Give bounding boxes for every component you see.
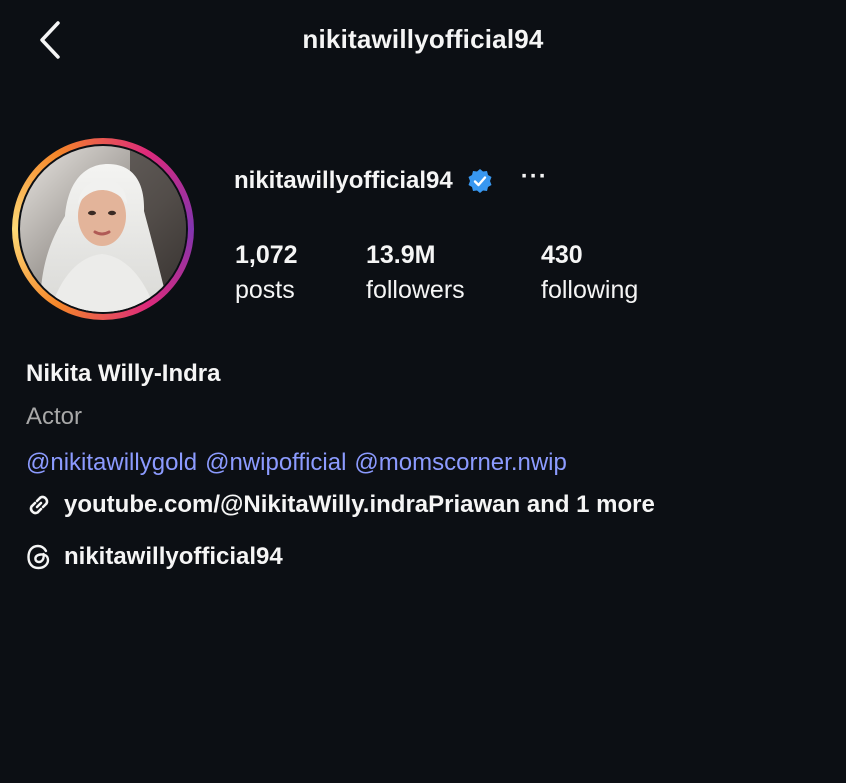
threads-link[interactable]: nikitawillyofficial94 bbox=[24, 542, 283, 572]
top-bar: nikitawillyofficial94 bbox=[0, 0, 846, 80]
followers-count: 13.9M bbox=[366, 241, 436, 269]
mention-link-nikitawillygold[interactable]: @nikitawillygold bbox=[26, 449, 197, 477]
threads-username: nikitawillyofficial94 bbox=[64, 543, 283, 570]
followers-stat[interactable]: 13.9M followers bbox=[366, 238, 465, 308]
avatar-image bbox=[20, 146, 186, 312]
following-count: 430 bbox=[541, 241, 583, 269]
posts-stat[interactable]: 1,072 posts bbox=[235, 238, 298, 308]
following-label: following bbox=[541, 276, 639, 304]
more-horizontal-icon: ··· bbox=[520, 163, 548, 190]
profile-avatar[interactable] bbox=[20, 146, 186, 312]
following-stat[interactable]: 430 following bbox=[541, 238, 638, 308]
external-link[interactable]: youtube.com/@NikitaWilly.indraPriawan an… bbox=[24, 490, 655, 520]
link-icon bbox=[24, 490, 54, 520]
threads-icon bbox=[24, 542, 54, 572]
profile-category: Actor bbox=[26, 403, 83, 430]
more-options-button[interactable]: ··· bbox=[521, 165, 548, 189]
followers-label: followers bbox=[366, 276, 465, 304]
page-title: nikitawillyofficial94 bbox=[302, 24, 544, 54]
verified-badge-icon bbox=[468, 169, 492, 193]
bio-mentions: @nikitawillygold @nwipofficial @momscorn… bbox=[26, 449, 567, 477]
posts-count: 1,072 bbox=[235, 241, 298, 269]
external-link-text: youtube.com/@NikitaWilly.indraPriawan an… bbox=[64, 491, 655, 518]
profile-header: nikitawillyofficial94 ··· bbox=[234, 164, 548, 198]
posts-label: posts bbox=[235, 276, 295, 304]
mention-link-nwipofficial[interactable]: @nwipofficial bbox=[205, 449, 346, 477]
profile-full-name: Nikita Willy-Indra bbox=[26, 360, 221, 387]
mention-link-momscorner[interactable]: @momscorner.nwip bbox=[354, 449, 566, 477]
profile-username: nikitawillyofficial94 bbox=[234, 167, 453, 194]
